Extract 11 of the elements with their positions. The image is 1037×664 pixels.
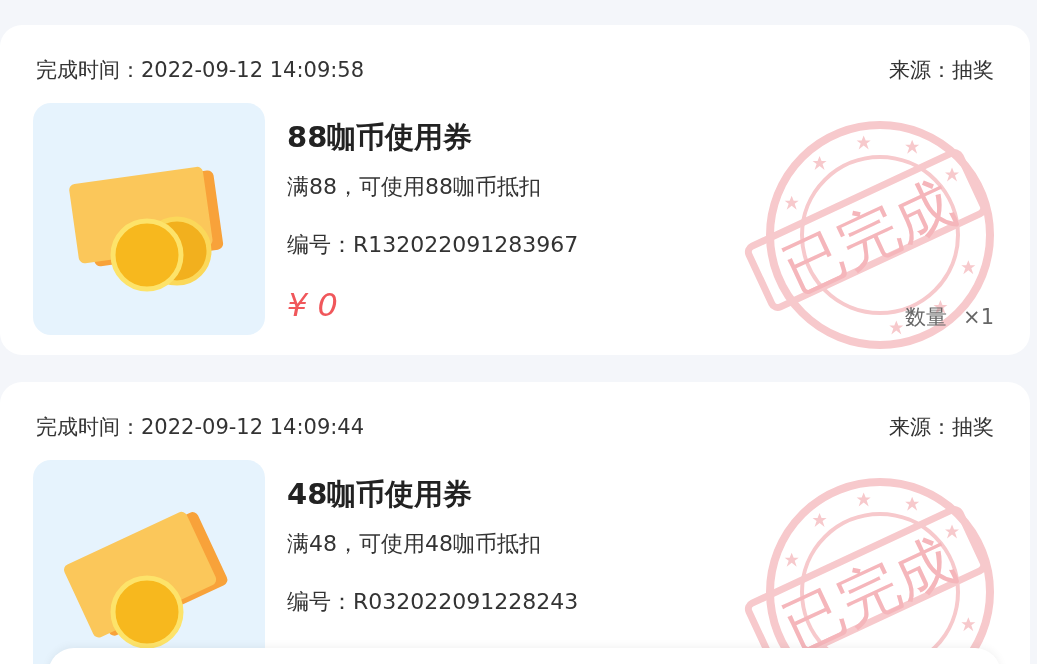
coupon-condition: 满48，可使用48咖币抵扣 xyxy=(287,530,542,558)
coupon-title: 48咖币使用券 xyxy=(287,476,474,513)
source-label: 来源：抽奖 xyxy=(889,57,994,84)
order-number: 编号：R132022091283967 xyxy=(287,231,579,259)
price: ¥ 0 xyxy=(287,285,339,325)
source-label: 来源：抽奖 xyxy=(889,414,994,441)
coupon-condition: 满88，可使用88咖币抵扣 xyxy=(287,173,542,201)
completion-time: 完成时间：2022-09-12 14:09:44 xyxy=(36,414,365,441)
order-number: 编号：R032022091228243 xyxy=(287,588,579,616)
completion-time: 完成时间：2022-09-12 14:09:58 xyxy=(36,57,365,84)
coupon-title: 88咖币使用券 xyxy=(287,119,474,156)
